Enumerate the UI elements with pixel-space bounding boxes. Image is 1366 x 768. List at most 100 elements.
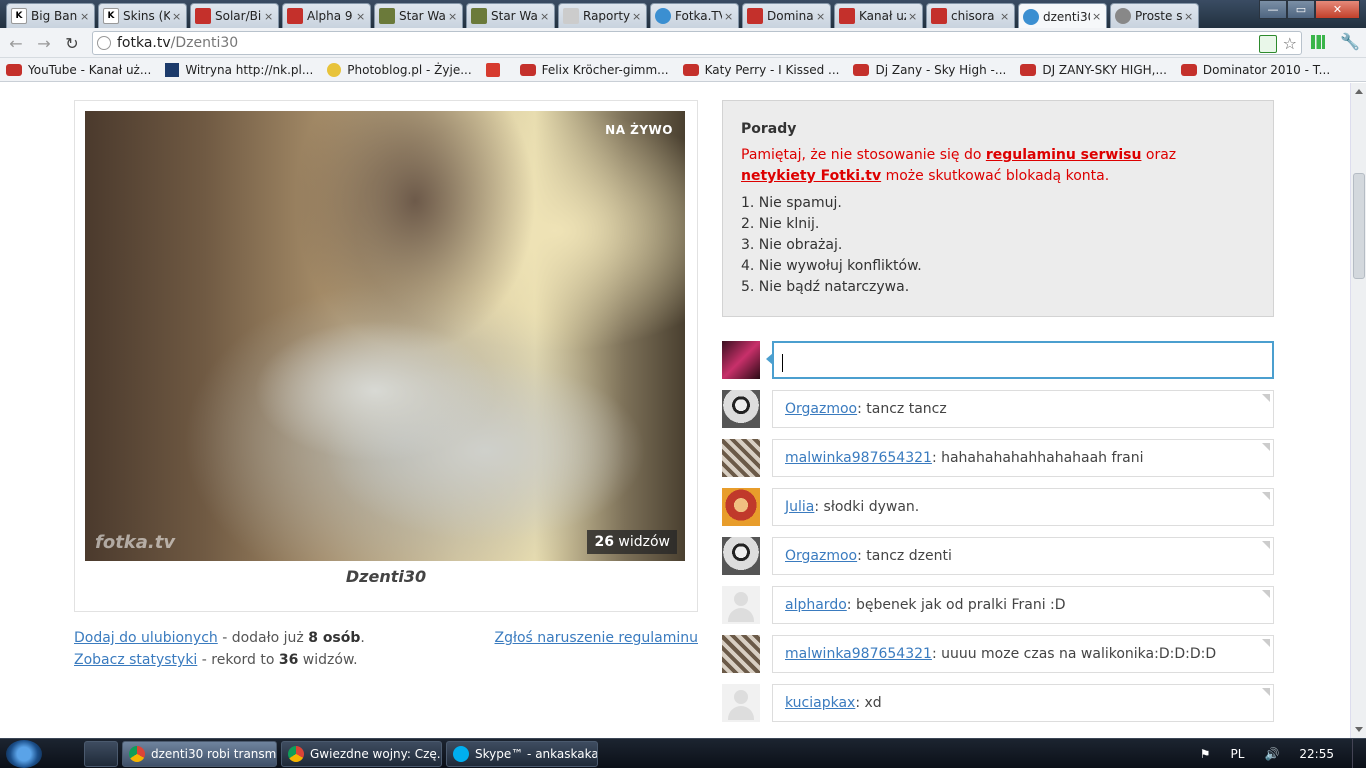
close-window-button[interactable]: ✕ xyxy=(1315,0,1360,19)
kt-favicon-icon: K xyxy=(11,8,27,24)
close-tab-icon[interactable]: × xyxy=(1000,10,1010,23)
add-favorite-link[interactable]: Dodaj do ulubionych xyxy=(74,630,218,646)
taskbar-window-label: Skype™ - ankaskaka... xyxy=(475,747,598,761)
bookmark-item[interactable]: Dominator 2010 - T... xyxy=(1180,63,1330,77)
chat-bubble: malwinka987654321: uuuu moze czas na wal… xyxy=(772,635,1274,673)
scroll-thumb[interactable] xyxy=(1353,173,1365,279)
tab-title: Big Bang xyxy=(31,9,78,23)
quick-launch-icon[interactable] xyxy=(84,741,118,767)
bookmark-item[interactable]: Photoblog.pl - Żyje... xyxy=(327,62,472,77)
address-bar[interactable]: fotka.tv/Dzenti30 ☆ xyxy=(92,31,1302,55)
chat-username-link[interactable]: malwinka987654321 xyxy=(785,450,932,466)
report-link[interactable]: Zgłoś naruszenie regulaminu xyxy=(495,627,699,649)
taskbar-window-button[interactable]: dzenti30 robi transmi... xyxy=(122,741,277,767)
avatar[interactable] xyxy=(722,635,760,673)
chat-username-link[interactable]: Orgazmoo xyxy=(785,548,857,564)
close-tab-icon[interactable]: × xyxy=(448,10,458,23)
scroll-up-arrow[interactable] xyxy=(1355,89,1363,94)
browser-tab[interactable]: K Skins (K × xyxy=(98,3,187,28)
browser-tab[interactable]: Dominat × xyxy=(742,3,831,28)
stream-actions: Dodaj do ulubionych - dodało już 8 osób.… xyxy=(74,627,698,671)
start-button[interactable] xyxy=(6,740,42,768)
language-indicator[interactable]: PL xyxy=(1231,747,1245,761)
bookmark-item[interactable]: Witryna http://nk.pl... xyxy=(165,62,313,77)
avatar[interactable] xyxy=(722,537,760,575)
reload-button[interactable]: ↻ xyxy=(62,33,82,53)
bookmark-item[interactable]: Katy Perry - I Kissed ... xyxy=(682,63,839,77)
close-tab-icon[interactable]: × xyxy=(908,10,918,23)
close-tab-icon[interactable]: × xyxy=(356,10,366,23)
browser-tab[interactable]: dzenti30 × xyxy=(1018,3,1107,29)
bookmark-label: YouTube - Kanał uż... xyxy=(28,62,152,77)
close-tab-icon[interactable]: × xyxy=(724,10,734,23)
extension-icon[interactable] xyxy=(1258,34,1277,53)
close-tab-icon[interactable]: × xyxy=(172,10,182,23)
show-desktop-button[interactable] xyxy=(1352,739,1366,768)
browser-tab[interactable]: Star War × xyxy=(466,3,555,28)
close-tab-icon[interactable]: × xyxy=(632,10,642,23)
video-player[interactable]: NA ŻYWO fotka.tv 26 widzów xyxy=(85,111,685,561)
browser-tab[interactable]: Kanał uż × xyxy=(834,3,923,28)
page-icon xyxy=(97,36,111,50)
close-tab-icon[interactable]: × xyxy=(1184,10,1194,23)
netiquette-link[interactable]: netykiety Fotki.tv xyxy=(741,168,881,184)
bookmark-label: DJ ZANY-SKY HIGH,... xyxy=(1042,62,1167,77)
browser-tab[interactable]: Solar/Bi × xyxy=(190,3,279,28)
skype-icon xyxy=(453,746,469,762)
chat-username-link[interactable]: kuciapkax xyxy=(785,695,855,711)
volume-icon[interactable]: 🔊 xyxy=(1264,747,1279,761)
close-tab-icon[interactable]: × xyxy=(816,10,826,23)
browser-tab[interactable]: Star War × xyxy=(374,3,463,28)
page-content: NA ŻYWO fotka.tv 26 widzów Dzenti30 Doda… xyxy=(0,83,1350,738)
chat-username-link[interactable]: Julia xyxy=(785,499,814,515)
bookmark-star-icon[interactable]: ☆ xyxy=(1283,34,1297,53)
rules-link[interactable]: regulaminu serwisu xyxy=(986,147,1142,163)
close-tab-icon[interactable]: × xyxy=(1092,10,1102,23)
avatar[interactable] xyxy=(722,684,760,722)
taskbar-window-button[interactable]: Skype™ - ankaskaka... xyxy=(446,741,598,767)
bookmark-item[interactable]: Felix Kröcher-gimm... xyxy=(519,63,669,77)
maximize-button[interactable]: ▭ xyxy=(1287,0,1315,19)
bookmark-item[interactable]: YouTube - Kanał uż... xyxy=(6,63,151,77)
browser-tab[interactable]: chisora v× xyxy=(926,3,1015,28)
chat-message-text: : xd xyxy=(855,695,882,711)
forward-button[interactable]: → xyxy=(34,33,54,53)
avatar[interactable] xyxy=(722,488,760,526)
scroll-down-arrow[interactable] xyxy=(1355,727,1363,732)
bookmark-item[interactable] xyxy=(485,62,506,77)
browser-tab[interactable]: K Big Bang× xyxy=(6,3,95,28)
close-tab-icon[interactable]: × xyxy=(80,10,90,23)
chat-username-link[interactable]: malwinka987654321 xyxy=(785,646,932,662)
yt-favicon-icon xyxy=(287,8,303,24)
avatar[interactable] xyxy=(722,586,760,624)
chat-message: Orgazmoo: tancz dzenti xyxy=(722,537,1274,575)
close-tab-icon[interactable]: × xyxy=(540,10,550,23)
back-button[interactable]: ← xyxy=(6,33,26,53)
action-center-icon[interactable]: ⚑ xyxy=(1200,747,1211,761)
chat-username-link[interactable]: Orgazmoo xyxy=(785,401,857,417)
close-tab-icon[interactable]: × xyxy=(264,10,274,23)
signal-icon[interactable] xyxy=(1311,35,1325,49)
bookmark-item[interactable]: DJ ZANY-SKY HIGH,... xyxy=(1020,63,1167,77)
yt-favicon-icon xyxy=(747,8,763,24)
stats-link[interactable]: Zobacz statystyki xyxy=(74,652,197,668)
sw-favicon-icon xyxy=(379,8,395,24)
avatar[interactable] xyxy=(722,390,760,428)
avatar[interactable] xyxy=(722,439,760,477)
wrench-icon[interactable]: 🔧 xyxy=(1340,32,1360,51)
page-scrollbar[interactable] xyxy=(1350,83,1366,738)
chat-message-text: : tancz dzenti xyxy=(857,548,952,564)
bookmark-item[interactable]: Dj Zany - Sky High -... xyxy=(853,63,1006,77)
minimize-button[interactable]: — xyxy=(1259,0,1287,19)
taskbar-window-button[interactable]: Gwiezdne wojny: Czę... xyxy=(281,741,442,767)
browser-tab[interactable]: Alpha 9 × xyxy=(282,3,371,28)
browser-tab[interactable]: Proste sp× xyxy=(1110,3,1199,28)
chat-username-link[interactable]: alphardo xyxy=(785,597,847,613)
gear-favicon-icon xyxy=(563,8,579,24)
chat-input[interactable] xyxy=(772,341,1274,379)
chat-bubble: Julia: słodki dywan. xyxy=(772,488,1274,526)
chat-message-text: : słodki dywan. xyxy=(814,499,920,515)
browser-tab[interactable]: Raporty × xyxy=(558,3,647,28)
browser-tab[interactable]: Fotka.TV × xyxy=(650,3,739,28)
clock[interactable]: 22:55 xyxy=(1299,747,1334,761)
